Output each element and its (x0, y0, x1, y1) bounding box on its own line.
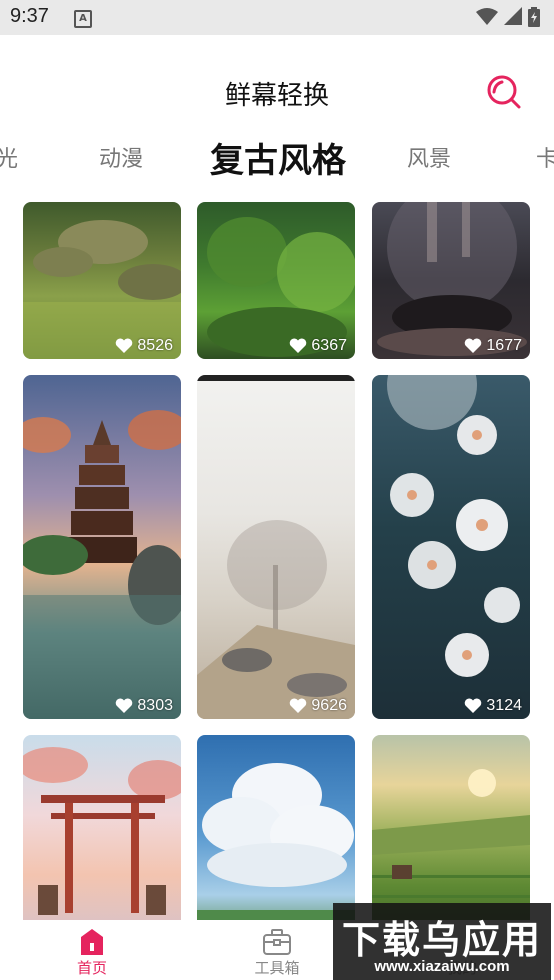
wallpaper-image (23, 410, 181, 719)
wallpaper-image (197, 763, 355, 920)
watermark-url: www.xiazaiwu.com (374, 958, 510, 975)
toolbox-icon (263, 929, 291, 955)
like-count: 6367 (289, 337, 347, 355)
heart-icon (116, 698, 133, 713)
wallpaper-image (197, 375, 355, 719)
wallpaper-card[interactable]: 6367 (197, 202, 355, 359)
wallpaper-image (387, 375, 520, 677)
tab-scenery[interactable]: 风景 (407, 141, 451, 173)
wallpaper-grid: 8526 6367 1677 8303 9626 3124 (0, 200, 554, 920)
notification-icon: A (74, 10, 92, 28)
search-icon (487, 75, 521, 109)
wifi-icon (476, 8, 498, 25)
signal-icon (504, 7, 522, 25)
like-count-value: 8303 (137, 697, 173, 714)
category-tabs: 光 动漫 复古风格 风景 卡 (0, 133, 554, 183)
wallpaper-card[interactable]: 3124 (372, 375, 530, 719)
search-button[interactable] (484, 72, 524, 112)
wallpaper-card[interactable]: 1677 (372, 202, 530, 359)
nav-home[interactable]: 首页 (0, 920, 184, 980)
wallpaper-card[interactable] (23, 735, 181, 920)
heart-icon (465, 338, 482, 353)
like-count: 8526 (115, 337, 173, 355)
wallpaper-image (23, 747, 181, 915)
wallpaper-card[interactable] (197, 735, 355, 920)
status-time: 9:37 (10, 5, 49, 27)
like-count-value: 3124 (486, 697, 522, 714)
wallpaper-card[interactable]: 9626 (197, 375, 355, 719)
like-count-value: 1677 (486, 337, 522, 354)
status-icons (476, 7, 540, 27)
tab-retro-style[interactable]: 复古风格 (210, 133, 346, 182)
heart-icon (290, 698, 307, 713)
watermark-title: 下载乌应用 (341, 918, 542, 962)
tab-guang[interactable]: 光 (0, 141, 18, 173)
like-count-value: 9626 (311, 697, 347, 714)
heart-icon (116, 338, 133, 353)
wallpaper-image (372, 769, 530, 898)
like-count: 3124 (464, 697, 522, 715)
wallpaper-card[interactable]: 8526 (23, 202, 181, 359)
nav-home-label: 首页 (76, 959, 107, 977)
tab-anime[interactable]: 动漫 (99, 141, 143, 173)
wallpaper-image (23, 220, 181, 359)
wallpaper-image (377, 202, 527, 356)
watermark-logo: 下载乌应用 www.xiazaiwu.com (333, 903, 551, 980)
wallpaper-image (207, 217, 355, 357)
battery-icon (528, 7, 540, 27)
app-header: 鲜幕轻换 (0, 35, 554, 130)
app-title: 鲜幕轻换 (224, 81, 329, 111)
heart-icon (465, 698, 482, 713)
home-icon (81, 929, 103, 955)
like-count: 1677 (464, 337, 522, 355)
like-count-value: 6367 (311, 337, 347, 354)
like-count: 8303 (115, 697, 173, 715)
tab-card[interactable]: 卡 (536, 141, 554, 173)
status-bar: 9:37 A (0, 0, 554, 35)
like-count-value: 8526 (137, 337, 173, 354)
heart-icon (290, 338, 307, 353)
wallpaper-card[interactable] (372, 735, 530, 920)
wallpaper-card[interactable]: 8303 (23, 375, 181, 719)
like-count: 9626 (289, 697, 347, 715)
